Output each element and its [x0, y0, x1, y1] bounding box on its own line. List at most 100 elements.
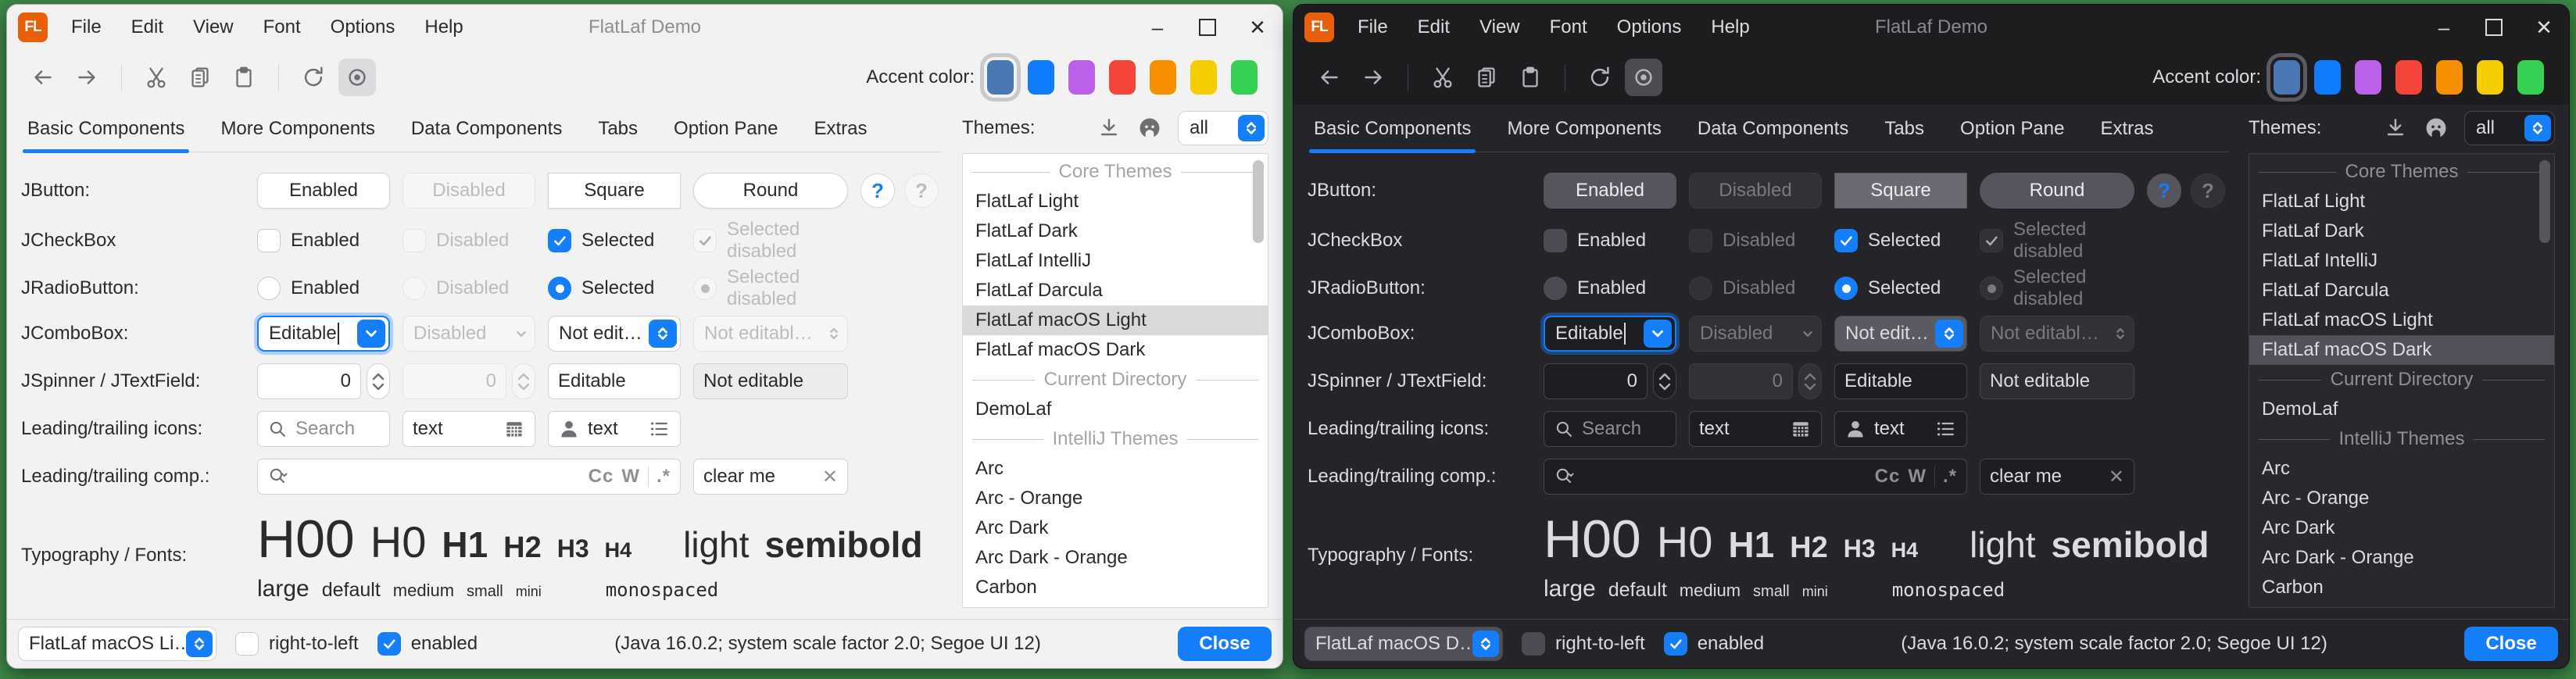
theme-list-item[interactable]: FlatLaf Darcula — [2249, 276, 2554, 306]
enabled-checkbox[interactable]: enabled — [377, 632, 478, 656]
close-window-button[interactable]: ✕ — [1233, 5, 1283, 50]
tab-tabs[interactable]: Tabs — [1884, 118, 1924, 152]
close-button[interactable]: Close — [1178, 627, 1272, 661]
match-case-button[interactable]: Cc — [1875, 466, 1901, 488]
theme-list-item[interactable]: Arc Dark — [2249, 513, 2554, 543]
search-with-options-input[interactable]: Cc W .* — [257, 459, 681, 495]
menu-font[interactable]: Font — [263, 16, 301, 38]
tab-extras[interactable]: Extras — [2100, 118, 2153, 152]
menu-options[interactable]: Options — [1617, 16, 1682, 38]
tab-more-components[interactable]: More Components — [1507, 118, 1661, 152]
theme-list-item[interactable]: Arc - Orange — [2249, 484, 2554, 513]
accent-swatch[interactable] — [1150, 60, 1176, 95]
show-hover-toggle-button[interactable] — [338, 59, 376, 96]
minimize-button[interactable]: – — [2419, 5, 2469, 50]
enabled-checkbox[interactable]: enabled — [1664, 632, 1764, 656]
accent-swatch[interactable] — [2517, 60, 2544, 95]
theme-list-item[interactable]: Arc — [2249, 454, 2554, 484]
cut-button[interactable] — [1424, 59, 1462, 96]
themes-filter-combobox[interactable]: all — [2464, 111, 2555, 145]
right-to-left-checkbox[interactable]: right-to-left — [1522, 632, 1645, 656]
textfield-editable[interactable]: Editable — [1834, 363, 1967, 399]
theme-list-item[interactable]: FlatLaf Dark — [963, 216, 1268, 246]
menu-view[interactable]: View — [193, 16, 234, 38]
theme-list-item[interactable]: DemoLaf — [2249, 395, 2554, 424]
theme-list-item[interactable]: FlatLaf Dark — [2249, 216, 2554, 246]
regex-button[interactable]: .* — [657, 466, 671, 488]
menu-file[interactable]: File — [1358, 16, 1388, 38]
show-hover-toggle-button[interactable] — [1625, 59, 1662, 96]
text-input-calendar[interactable]: text — [402, 411, 535, 447]
textfield-editable[interactable]: Editable — [548, 363, 681, 399]
clear-me-input[interactable]: clear me ✕ — [693, 459, 848, 495]
accent-swatch[interactable] — [1231, 60, 1258, 95]
combobox-updown-button[interactable] — [1238, 115, 1265, 141]
paste-button[interactable] — [1512, 59, 1549, 96]
tab-basic-components[interactable]: Basic Components — [27, 118, 184, 152]
tab-tabs[interactable]: Tabs — [598, 118, 638, 152]
menu-edit[interactable]: Edit — [1418, 16, 1450, 38]
whole-word-button[interactable]: W — [1908, 466, 1927, 488]
theme-list-item[interactable]: Carbon — [2249, 573, 2554, 602]
enabled-button[interactable]: Enabled — [1544, 173, 1676, 209]
text-input-calendar[interactable]: text — [1689, 411, 1822, 447]
cut-button[interactable] — [138, 59, 175, 96]
right-to-left-checkbox[interactable]: right-to-left — [235, 632, 359, 656]
checkbox-selected[interactable]: Selected — [1834, 229, 1967, 252]
theme-list-item[interactable]: Arc Dark — [963, 513, 1268, 543]
help-button[interactable]: ? — [2147, 173, 2181, 208]
whole-word-button[interactable]: W — [621, 466, 640, 488]
tab-option-pane[interactable]: Option Pane — [1960, 118, 2064, 152]
back-button[interactable] — [24, 59, 62, 96]
paste-button[interactable] — [225, 59, 263, 96]
help-button[interactable]: ? — [860, 173, 895, 208]
menu-file[interactable]: File — [71, 16, 102, 38]
maximize-button[interactable] — [2469, 5, 2519, 50]
theme-list-item[interactable]: Arc - Orange — [963, 484, 1268, 513]
checkbox-selected[interactable]: Selected — [548, 229, 681, 252]
theme-list-item[interactable]: Cobalt 2 — [2249, 602, 2554, 608]
theme-list-item[interactable]: Carbon — [963, 573, 1268, 602]
forward-button[interactable] — [68, 59, 106, 96]
close-button[interactable]: Close — [2464, 627, 2558, 661]
round-button[interactable]: Round — [1980, 173, 2134, 209]
theme-list-item[interactable]: FlatLaf macOS Light — [2249, 306, 2554, 335]
combobox-arrow-button[interactable] — [1644, 320, 1672, 348]
tab-more-components[interactable]: More Components — [220, 118, 374, 152]
combobox-editable[interactable]: Editable — [257, 316, 390, 352]
copy-button[interactable] — [181, 59, 219, 96]
refresh-button[interactable] — [1581, 59, 1619, 96]
combobox-not-editable[interactable]: Not editable — [1834, 316, 1967, 352]
themes-filter-combobox[interactable]: all — [1178, 111, 1268, 145]
download-themes-button[interactable] — [2383, 116, 2408, 141]
theme-list-item[interactable]: FlatLaf Light — [963, 187, 1268, 216]
combobox-updown-button[interactable] — [186, 631, 213, 657]
combobox-not-editable[interactable]: Not editable — [548, 316, 681, 352]
github-button[interactable] — [1137, 116, 1162, 141]
scrollbar-thumb[interactable] — [1253, 160, 1264, 243]
tab-extras[interactable]: Extras — [814, 118, 867, 152]
radio-enabled[interactable]: Enabled — [1544, 277, 1676, 300]
theme-list-item[interactable]: FlatLaf macOS Dark — [963, 335, 1268, 365]
laf-combobox[interactable]: FlatLaf macOS D… — [1304, 627, 1503, 661]
combobox-updown-button[interactable] — [649, 320, 677, 348]
search-input[interactable]: Search — [1544, 411, 1676, 447]
round-button[interactable]: Round — [693, 173, 848, 209]
tab-data-components[interactable]: Data Components — [1698, 118, 1848, 152]
menu-view[interactable]: View — [1479, 16, 1520, 38]
radio-enabled[interactable]: Enabled — [257, 277, 390, 300]
combobox-updown-button[interactable] — [2524, 115, 2551, 141]
regex-button[interactable]: .* — [1943, 466, 1957, 488]
theme-list-item[interactable]: FlatLaf IntelliJ — [2249, 246, 2554, 276]
search-with-options-input[interactable]: Cc W .* — [1544, 459, 1967, 495]
combobox-arrow-button[interactable] — [357, 320, 385, 348]
spinner-stepper[interactable] — [1653, 363, 1676, 399]
copy-button[interactable] — [1468, 59, 1505, 96]
accent-swatch[interactable] — [2274, 60, 2300, 95]
minimize-button[interactable]: – — [1132, 5, 1182, 50]
back-button[interactable] — [1311, 59, 1348, 96]
theme-list-item[interactable]: Arc Dark - Orange — [2249, 543, 2554, 573]
theme-list-item[interactable]: FlatLaf macOS Light — [963, 306, 1268, 335]
radio-selected[interactable]: Selected — [1834, 277, 1967, 300]
menu-help[interactable]: Help — [424, 16, 463, 38]
